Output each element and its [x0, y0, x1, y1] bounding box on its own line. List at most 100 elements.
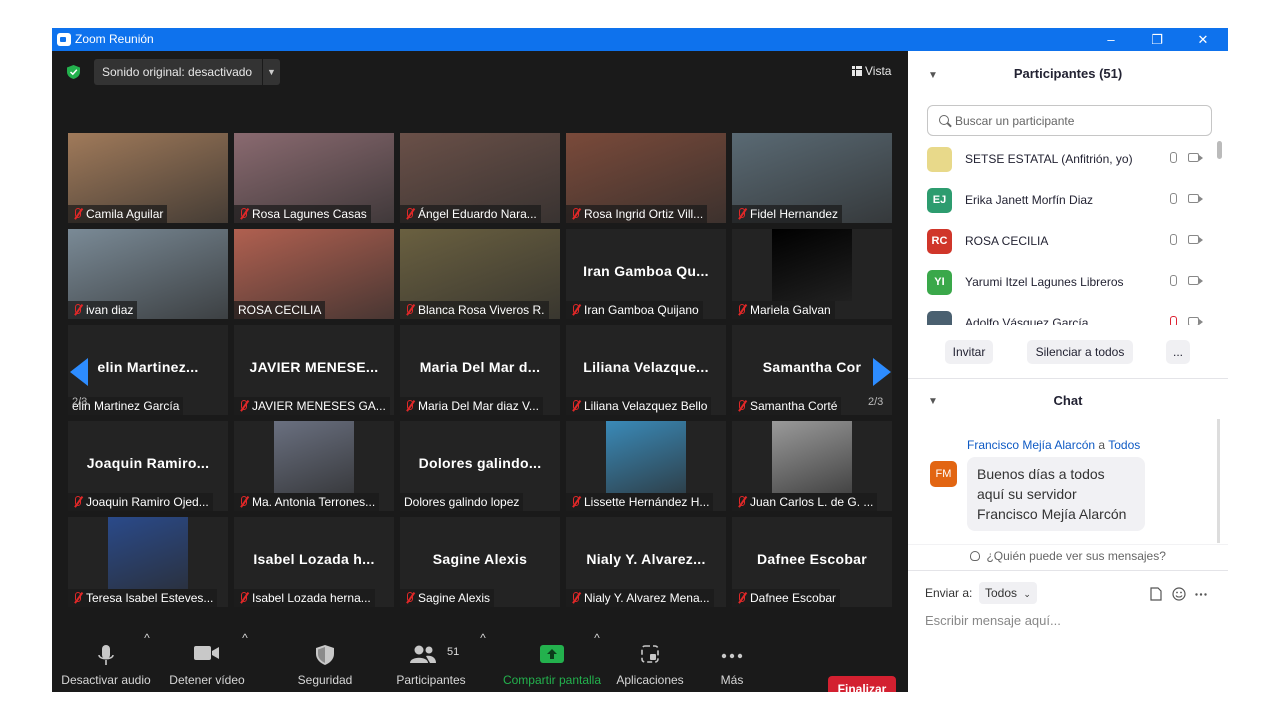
chat-recipient-separator: a — [1098, 438, 1106, 452]
participant-video-tile[interactable]: Liliana Velazque... Liliana Velazquez Bel… — [566, 325, 726, 415]
participant-name-label: ROSA CECILIA — [234, 301, 326, 319]
participant-video-tile[interactable]: ROSA CECILIA — [234, 229, 394, 319]
chat-title: Chat — [1053, 393, 1083, 408]
mute-audio-button[interactable]: Desactivar audio — [58, 631, 154, 692]
participant-display-name: JAVIER MENESE... — [249, 359, 379, 375]
participant-name-label: Samantha Corté — [732, 397, 842, 415]
participant-video-tile[interactable]: Blanca Rosa Viveros R. — [400, 229, 560, 319]
next-page-arrow-icon[interactable] — [873, 358, 891, 386]
participant-row-name: Adolfo Vásquez García — [965, 316, 1089, 325]
participant-row[interactable]: YI Yarumi Itzel Lagunes Libreros — [908, 262, 1220, 303]
participant-search-input[interactable]: Buscar un participante — [927, 105, 1212, 136]
mute-all-button[interactable]: Silenciar a todos — [1027, 340, 1133, 364]
participant-video-tile[interactable]: ivan diaz — [68, 229, 228, 319]
participant-video-tile[interactable]: Iran Gamboa Qu... Iran Gamboa Quijano — [566, 229, 726, 319]
participant-mic-icon[interactable] — [1170, 193, 1177, 204]
participants-more-button[interactable]: ... — [1166, 340, 1190, 364]
page-indicator-right: 2/3 — [868, 396, 884, 408]
participant-video-tile[interactable]: Lissette Hernández H... — [566, 421, 726, 511]
participant-video-tile[interactable]: Ma. Antonia Terrones... — [234, 421, 394, 511]
original-sound-toggle[interactable]: Sonido original: desactivado ▼ — [94, 59, 280, 85]
participants-button[interactable]: 51 Participantes — [388, 631, 474, 692]
who-can-see-messages-link[interactable]: ¿Quién puede ver sus mensajes? — [908, 549, 1228, 563]
participant-video-tile[interactable]: Rosa Lagunes Casas — [234, 133, 394, 223]
participant-video-tile[interactable]: Joaquin Ramiro... Joaquin Ramiro Ojed... — [68, 421, 228, 511]
window-title: Zoom Reunión — [75, 32, 154, 46]
more-button[interactable]: Más — [704, 631, 760, 692]
participants-options-caret-icon[interactable]: ^ — [478, 631, 488, 692]
security-button[interactable]: Seguridad — [284, 631, 366, 692]
stop-video-button[interactable]: Detener vídeo — [164, 631, 250, 692]
participant-name-label: Nialy Y. Alvarez Mena... — [566, 589, 714, 607]
file-icon[interactable] — [1150, 587, 1162, 601]
participant-camera-icon[interactable] — [1188, 276, 1203, 285]
audio-options-caret-icon[interactable]: ^ — [142, 631, 152, 692]
participant-mic-icon[interactable] — [1170, 275, 1177, 286]
chevron-down-icon[interactable]: ▼ — [262, 59, 280, 85]
participant-row[interactable]: Adolfo Vásquez García — [908, 303, 1220, 325]
participant-name-text: Dolores galindo lopez — [404, 495, 520, 509]
apps-button[interactable]: Aplicaciones — [608, 631, 692, 692]
participant-list-scrollbar[interactable] — [1217, 141, 1222, 159]
compose-divider — [908, 570, 1228, 571]
invite-button[interactable]: Invitar — [945, 340, 993, 364]
participant-avatar: RC — [927, 229, 952, 254]
participant-name-label: Camila Aguilar — [68, 205, 168, 223]
share-screen-button[interactable]: Compartir pantalla — [500, 631, 604, 692]
minimize-button[interactable]: – — [1088, 29, 1134, 50]
video-options-caret-icon[interactable]: ^ — [240, 631, 250, 692]
participant-camera-icon[interactable] — [1188, 317, 1203, 325]
emoji-icon[interactable] — [1172, 587, 1186, 601]
close-button[interactable]: ✕ — [1180, 29, 1226, 50]
muted-microphone-icon — [570, 592, 580, 604]
share-options-caret-icon[interactable]: ^ — [592, 631, 602, 692]
compose-more-icon[interactable] — [1195, 593, 1207, 596]
participant-video-tile[interactable]: Sagine Alexis Sagine Alexis — [400, 517, 560, 607]
muted-microphone-icon — [404, 592, 414, 604]
chat-message-input[interactable]: Escribir mensaje aquí... — [925, 613, 1061, 628]
participant-video-tile[interactable]: Teresa Isabel Esteves... — [68, 517, 228, 607]
end-meeting-button[interactable]: Finalizar — [828, 676, 896, 692]
participant-row[interactable]: EJ Erika Janett Morfín Diaz — [908, 180, 1220, 221]
participant-mic-icon[interactable] — [1170, 234, 1177, 245]
participant-video-tile[interactable]: Rosa Ingrid Ortiz Vill... — [566, 133, 726, 223]
participant-video-tile[interactable]: Fidel Hernandez — [732, 133, 892, 223]
participant-video-tile[interactable]: Isabel Lozada h... Isabel Lozada herna... — [234, 517, 394, 607]
shield-check-icon[interactable] — [67, 65, 80, 79]
participant-camera-icon[interactable] — [1188, 194, 1203, 203]
participant-name-label: ivan diaz — [68, 301, 138, 319]
zoom-window: Zoom Reunión – ❐ ✕ Sonido original: desa… — [52, 28, 1228, 692]
participants-icon — [410, 645, 436, 663]
chat-scrollbar[interactable] — [1217, 419, 1220, 543]
participant-video-tile[interactable]: Dafnee Escobar Dafnee Escobar — [732, 517, 892, 607]
participant-video-tile[interactable]: elin Martinez... elin Martinez García — [68, 325, 228, 415]
participant-name-text: elin Martinez García — [72, 399, 180, 413]
participant-camera-icon[interactable] — [1188, 153, 1203, 162]
participant-video-tile[interactable]: Camila Aguilar — [68, 133, 228, 223]
participant-video-feed — [772, 421, 852, 493]
participant-display-name: Nialy Y. Alvarez... — [586, 551, 706, 567]
participant-video-tile[interactable]: Mariela Galvan — [732, 229, 892, 319]
participant-video-tile[interactable]: JAVIER MENESE... JAVIER MENESES GA... — [234, 325, 394, 415]
send-to-dropdown[interactable]: Todos ⌄ — [979, 582, 1037, 604]
participant-video-tile[interactable]: Juan Carlos L. de G. ... — [732, 421, 892, 511]
participant-name-label: Sagine Alexis — [400, 589, 495, 607]
previous-page-arrow-icon[interactable] — [70, 358, 88, 386]
participant-video-tile[interactable]: Ángel Eduardo Nara... — [400, 133, 560, 223]
chat-sender[interactable]: Francisco Mejía Alarcón — [967, 438, 1095, 452]
participant-name-label: Isabel Lozada herna... — [234, 589, 375, 607]
participant-video-tile[interactable]: Maria Del Mar d... Maria Del Mar diaz V..… — [400, 325, 560, 415]
participant-row-name: Yarumi Itzel Lagunes Libreros — [965, 275, 1124, 289]
chat-message-line: Francisco Mejía Alarcón — [977, 506, 1127, 522]
participant-row[interactable]: RC ROSA CECILIA — [908, 221, 1220, 262]
participant-video-tile[interactable]: Nialy Y. Alvarez... Nialy Y. Alvarez Mena… — [566, 517, 726, 607]
participant-row[interactable]: SETSE ESTATAL (Anfitrión, yo) — [908, 139, 1220, 180]
participant-mic-icon[interactable] — [1170, 316, 1177, 325]
mute-audio-label: Desactivar audio — [61, 673, 151, 687]
view-button[interactable]: Vista — [845, 59, 900, 83]
participant-camera-icon[interactable] — [1188, 235, 1203, 244]
participant-mic-icon[interactable] — [1170, 152, 1177, 163]
chat-recipient[interactable]: Todos — [1108, 438, 1140, 452]
maximize-button[interactable]: ❐ — [1134, 29, 1180, 50]
participant-video-tile[interactable]: Dolores galindo... Dolores galindo lopez — [400, 421, 560, 511]
